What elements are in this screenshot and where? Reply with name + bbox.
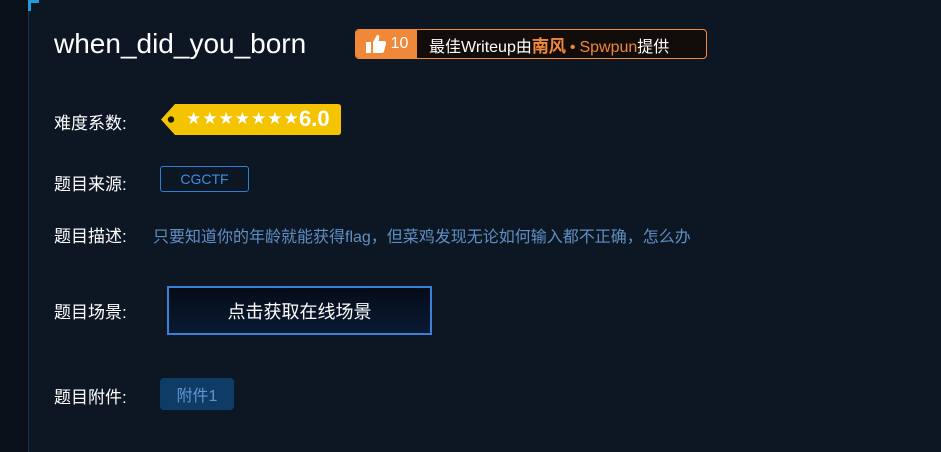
attachment-download-button[interactable]: 附件1 bbox=[160, 378, 234, 410]
writeup-team[interactable]: Spwpun bbox=[579, 39, 637, 56]
writeup-author[interactable]: 南风 bbox=[532, 37, 566, 56]
writeup-suffix: 提供 bbox=[637, 38, 670, 56]
corner-decoration bbox=[28, 0, 39, 11]
attachment-label: 题目附件: bbox=[54, 388, 127, 407]
difficulty-tag: ★★★★★★★ 6.0 bbox=[161, 103, 341, 136]
source-label: 题目来源: bbox=[54, 175, 127, 194]
difficulty-score: 6.0 bbox=[299, 106, 330, 131]
like-button[interactable]: 10 bbox=[356, 30, 417, 58]
writeup-prefix: 最佳Writeup由 bbox=[429, 38, 532, 56]
best-writeup-badge[interactable]: 10 最佳Writeup由南风 • Spwpun提供 bbox=[355, 29, 707, 59]
source-tag[interactable]: CGCTF bbox=[160, 166, 249, 192]
writeup-separator: • bbox=[569, 38, 576, 56]
challenge-title: when_did_you_born bbox=[54, 28, 307, 59]
difficulty-label: 难度系数: bbox=[54, 114, 127, 133]
description-label: 题目描述: bbox=[54, 227, 127, 246]
difficulty-stars: ★★★★★★★ bbox=[186, 109, 300, 128]
like-count: 10 bbox=[390, 35, 409, 52]
description-text: 只要知道你的年龄就能获得flag，但菜鸡发现无论如何输入都不正确，怎么办 bbox=[153, 229, 691, 246]
thumbs-up-icon bbox=[365, 34, 387, 54]
scene-label: 题目场景: bbox=[54, 303, 127, 322]
get-online-scene-button[interactable]: 点击获取在线场景 bbox=[167, 286, 432, 335]
writeup-credit: 最佳Writeup由南风 • Spwpun提供 bbox=[429, 32, 669, 57]
